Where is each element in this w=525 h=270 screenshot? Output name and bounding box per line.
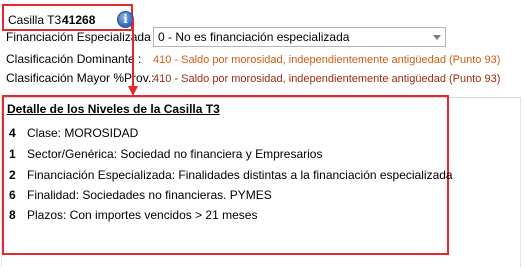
clasificacion-dominante-label: Clasificación Dominante :	[6, 52, 142, 66]
header-panel: Casilla T3 : 41268 i Financiación Especi…	[0, 0, 525, 97]
level-number: 8	[9, 208, 16, 222]
level-text: Financiación Especializada: Finalidades …	[27, 168, 453, 182]
level-number: 4	[9, 126, 16, 140]
detail-title: Detalle de los Niveles de la Casilla T3	[7, 102, 220, 116]
level-row: 6 Finalidad: Sociedades no financieras. P…	[9, 188, 272, 202]
clasificacion-dominante-value: 410 - Saldo por morosidad, independiente…	[153, 54, 501, 66]
level-number: 2	[9, 168, 16, 182]
clasificacion-mayor-value: 410 - Saldo por morosidad, independiente…	[153, 73, 501, 85]
casilla-label: Casilla T3 :	[8, 13, 68, 27]
level-text: Finalidad: Sociedades no financieras. PY…	[27, 188, 272, 202]
level-row: 4 Clase: MOROSIDAD	[9, 126, 138, 140]
detail-highlight-box: Detalle de los Niveles de la Casilla T3 …	[2, 95, 453, 255]
level-row: 2 Financiación Especializada: Finalidades…	[9, 168, 453, 182]
level-text: Clase: MOROSIDAD	[27, 126, 139, 140]
financiacion-selected: 0 - No es financiación especializada	[158, 30, 350, 44]
level-number: 1	[9, 147, 16, 161]
casilla-highlight: Casilla T3 : 41268 i	[2, 4, 134, 31]
financiacion-select[interactable]: 0 - No es financiación especializada	[153, 27, 446, 47]
clasificacion-mayor-label: Clasificación Mayor %Prov.:	[6, 71, 155, 85]
financiacion-label: Financiación Especializada :	[6, 30, 158, 44]
level-row: 1 Sector/Genérica: Sociedad no financiera…	[9, 147, 322, 161]
chevron-down-icon	[433, 35, 441, 40]
level-row: 8 Plazos: Con importes vencidos > 21 mese…	[9, 208, 257, 222]
level-text: Sector/Genérica: Sociedad no financiera …	[27, 147, 323, 161]
casilla-value: 41268	[62, 13, 96, 27]
level-text: Plazos: Con importes vencidos > 21 meses	[27, 208, 258, 222]
info-icon[interactable]: i	[117, 11, 134, 28]
level-number: 6	[9, 188, 16, 202]
